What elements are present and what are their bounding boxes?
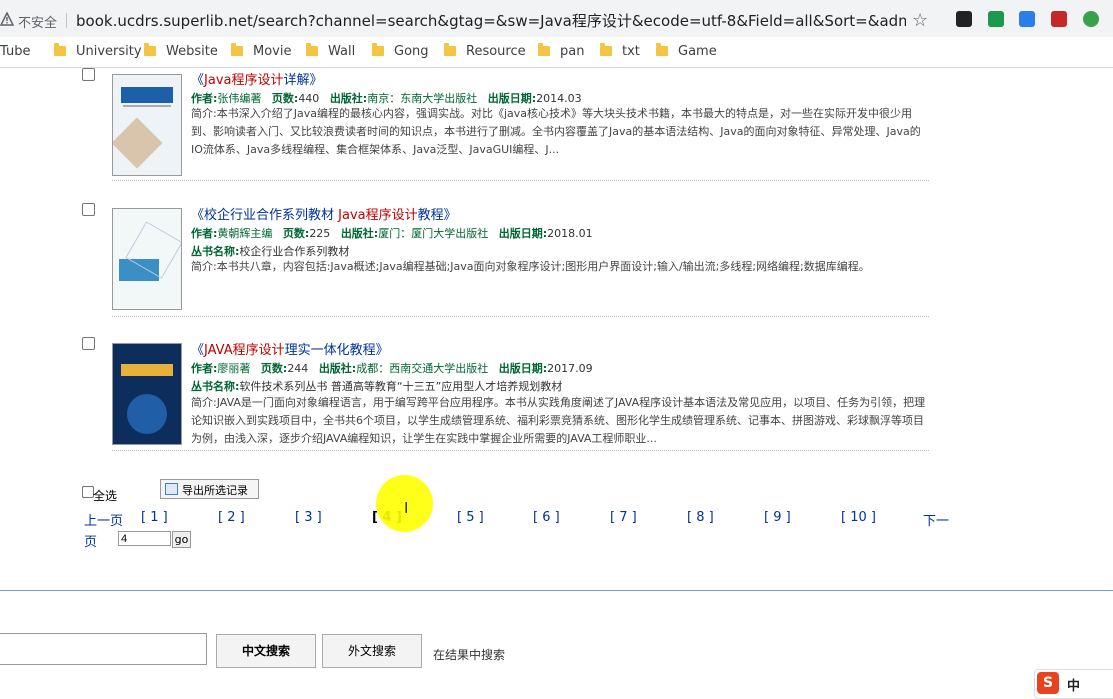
record-series: 丛书名称:软件技术系列丛书 普通高等教育“十三五”应用型人才培养规划教材 (191, 380, 563, 393)
page-link[interactable]: [ 5 ] (457, 510, 484, 525)
record-divider (112, 450, 929, 451)
folder-icon (600, 43, 612, 56)
divider (66, 13, 67, 28)
page-link[interactable]: [ 2 ] (218, 510, 245, 525)
folder-icon (538, 43, 550, 56)
page-link[interactable]: [ 6 ] (533, 510, 560, 525)
record-checkbox[interactable] (82, 337, 95, 350)
page-number-input[interactable] (118, 531, 171, 546)
foreign-search-button[interactable]: 外文搜索 (322, 634, 422, 668)
bookmark-folder[interactable]: pan (538, 43, 584, 59)
record-meta: 作者:张伟编著 页数:440 出版社:南京：东南大学出版社 出版日期:2014.… (191, 92, 582, 105)
cover-band (121, 364, 173, 376)
page-link[interactable]: [ 3 ] (295, 510, 322, 525)
ime-toolbar[interactable]: S 中 (1034, 669, 1113, 699)
extension-icon[interactable] (956, 11, 972, 27)
globe-extension-icon[interactable] (1083, 11, 1099, 27)
export-selected-button[interactable]: 导出所选记录 (160, 479, 259, 499)
folder-icon (231, 43, 243, 56)
cover-stripe (123, 105, 171, 107)
bookmark-folder[interactable]: Game (656, 43, 717, 59)
select-all-label[interactable]: 全选 (93, 487, 117, 504)
search-input[interactable] (0, 633, 207, 665)
book-cover[interactable] (112, 74, 182, 176)
go-button[interactable]: go (172, 531, 191, 548)
record-divider (112, 180, 929, 181)
page-link[interactable]: [ 7 ] (610, 510, 637, 525)
bookmark-folder[interactable]: Resource (444, 43, 526, 59)
sogou-ime-icon: S (1037, 672, 1059, 694)
bookmark-folder[interactable]: Wall (306, 43, 355, 59)
folder-icon (372, 43, 384, 56)
browser-toolbar: 不安全 book.ucdrs.superlib.net/search?chann… (0, 0, 1113, 37)
cover-graphic (127, 394, 167, 434)
bookmark-folder[interactable]: txt (600, 43, 640, 59)
bookmark-star-icon[interactable]: ☆ (912, 10, 928, 31)
next-page-link-cont[interactable]: 页 (84, 531, 97, 550)
record-meta: 作者:黄朝辉主编 页数:225 出版社:厦门：厦门大学出版社 出版日期:2018… (191, 227, 593, 240)
record-title[interactable]: 《JAVA程序设计理实一体化教程》 (191, 339, 389, 358)
record-summary: 简介:本书共八章，内容包括:Java概述;Java编程基础;Java面向对象程序… (191, 260, 870, 273)
warning-icon (0, 12, 14, 26)
folder-icon (656, 43, 668, 56)
next-page-link[interactable]: 下一 (923, 510, 949, 529)
bookmark-folder[interactable]: Gong (372, 43, 429, 59)
folder-icon (144, 43, 156, 56)
search-in-results-link[interactable]: 在结果中搜索 (433, 646, 505, 663)
record-summary: 简介:本书深入介绍了Java编程的最核心内容，强调实战。对比《java核心技术》… (191, 107, 921, 156)
translate-extension-icon[interactable] (1019, 11, 1035, 27)
section-divider (0, 590, 1113, 591)
record-checkbox[interactable] (82, 68, 95, 81)
video-extension-icon[interactable] (1051, 11, 1067, 27)
record-meta: 作者:廖丽著 页数:244 出版社:成都：西南交通大学出版社 出版日期:2017… (191, 362, 593, 375)
bookmark-folder[interactable]: University (54, 43, 142, 59)
page-link[interactable]: [ 10 ] (841, 510, 876, 525)
address-bar[interactable]: 不安全 book.ucdrs.superlib.net/search?chann… (0, 4, 940, 34)
folder-icon (306, 43, 318, 56)
chinese-search-button[interactable]: 中文搜索 (216, 634, 316, 668)
record-divider (112, 316, 929, 317)
folder-icon (54, 43, 66, 56)
shield-extension-icon[interactable] (988, 11, 1004, 27)
bookmark-folder[interactable]: Website (144, 43, 218, 59)
bookmark-item[interactable]: Tube (0, 44, 30, 59)
security-label[interactable]: 不安全 (18, 12, 57, 31)
cover-graphic (113, 117, 163, 169)
page-link[interactable]: [ 8 ] (687, 510, 714, 525)
text-cursor-icon: I (404, 499, 409, 517)
bookmark-folder[interactable]: Movie (231, 43, 291, 59)
page-link[interactable]: [ 9 ] (764, 510, 791, 525)
cover-band (121, 87, 173, 103)
book-cover[interactable] (112, 343, 182, 445)
bookmarks-bar: Tube University Website Movie Wall Gong … (0, 37, 1113, 68)
url-text[interactable]: book.ucdrs.superlib.net/search?channel=s… (76, 10, 906, 31)
book-cover[interactable] (112, 208, 182, 310)
export-icon (165, 483, 178, 495)
prev-page-link[interactable]: 上一页 (84, 510, 123, 529)
folder-icon (444, 43, 456, 56)
search-results: 《Java程序设计详解》 作者:张伟编著 页数:440 出版社:南京：东南大学出… (0, 68, 1113, 699)
record-title[interactable]: 《Java程序设计详解》 (191, 69, 323, 88)
record-series: 丛书名称:校企行业合作系列教材 (191, 245, 350, 258)
record-checkbox[interactable] (82, 203, 95, 216)
record-title[interactable]: 《校企行业合作系列教材 Java程序设计教程》 (191, 204, 457, 223)
page-link[interactable]: [ 1 ] (141, 510, 168, 525)
ime-mode-label: 中 (1067, 679, 1081, 694)
export-button-label: 导出所选记录 (182, 484, 248, 497)
record-summary: 简介:JAVA是一门面向对象编程语言，用于编写跨平台应用程序。本书从实践角度阐述… (191, 396, 926, 445)
